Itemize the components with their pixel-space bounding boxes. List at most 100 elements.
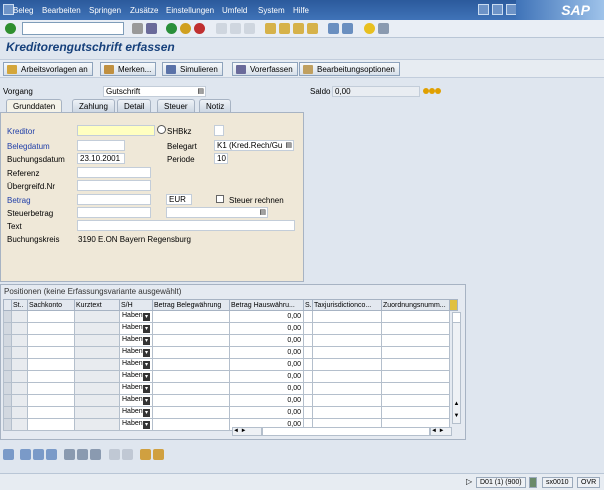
dropdown-icon[interactable]: ▾ — [143, 373, 150, 381]
sachkonto-cell[interactable] — [27, 418, 75, 431]
tab-zahlung[interactable]: Zahlung — [72, 99, 115, 112]
taxjurisdiction-cell[interactable] — [312, 322, 382, 335]
betrag-hauswaehrung-cell[interactable]: 0,00 — [229, 358, 304, 371]
betrag-hauswaehrung-cell[interactable]: 0,00 — [229, 394, 304, 407]
betrag-belegwaehrung-cell[interactable] — [152, 406, 230, 419]
table-settings-icon[interactable] — [449, 299, 458, 311]
menu-bearbeiten[interactable]: Bearbeiten — [42, 6, 81, 15]
col-betrag-belegwaehrung[interactable]: Betrag Belegwährung — [152, 299, 230, 311]
zuordnungsnummer-cell[interactable] — [381, 358, 450, 371]
scroll-down-icon[interactable]: ▼ — [453, 413, 460, 423]
sh-cell[interactable]: Haben ▾ — [119, 310, 153, 323]
table-row[interactable]: Haben ▾ 0,00 — [3, 310, 458, 323]
layout-menu-icon[interactable] — [378, 23, 389, 34]
table-row[interactable]: Haben ▾ 0,00 — [3, 334, 458, 347]
betrag-belegwaehrung-cell[interactable] — [152, 418, 230, 431]
insert-mode[interactable]: OVR — [577, 477, 601, 488]
table-row[interactable]: Haben ▾ 0,00 — [3, 394, 458, 407]
row-selector[interactable] — [3, 334, 12, 347]
deselect-all-icon[interactable] — [33, 449, 44, 460]
menu-hilfe[interactable]: Hilfe — [293, 6, 309, 15]
row-selector[interactable] — [3, 394, 12, 407]
betrag-hauswaehrung-cell[interactable]: 0,00 — [229, 406, 304, 419]
row-selector[interactable] — [3, 382, 12, 395]
sh-cell[interactable]: Haben ▾ — [119, 334, 153, 347]
new-session-icon[interactable] — [328, 23, 339, 34]
dropdown-icon[interactable]: ▾ — [143, 409, 150, 417]
buchungsdatum-field[interactable]: 23.10.2001 — [77, 153, 125, 164]
taxjurisdiction-cell[interactable] — [312, 310, 382, 323]
delete-row-icon[interactable] — [77, 449, 88, 460]
back-icon[interactable] — [166, 23, 177, 34]
zuordnungsnummer-cell[interactable] — [381, 370, 450, 383]
paste-icon[interactable] — [122, 449, 133, 460]
tab-notiz[interactable]: Notiz — [199, 99, 232, 112]
shortcut-icon[interactable] — [342, 23, 353, 34]
sachkonto-cell[interactable] — [27, 310, 75, 323]
betrag-belegwaehrung-cell[interactable] — [152, 370, 230, 383]
cancel-icon[interactable] — [194, 23, 205, 34]
scrollbar-thumb[interactable] — [453, 313, 460, 323]
previous-page-icon[interactable] — [279, 23, 290, 34]
tab-steuer[interactable]: Steuer — [157, 99, 195, 112]
items-horizontal-scrollbar-left[interactable]: ◄ ► — [232, 427, 262, 436]
steuerkennz-cell[interactable] — [303, 406, 313, 419]
dropdown-icon[interactable]: ▾ — [143, 313, 150, 321]
betrag-hauswaehrung-cell[interactable]: 0,00 — [229, 334, 304, 347]
taxjurisdiction-cell[interactable] — [312, 346, 382, 359]
menu-einstellungen[interactable]: Einstellungen — [166, 6, 214, 15]
betrag-belegwaehrung-cell[interactable] — [152, 346, 230, 359]
row-selector[interactable] — [3, 310, 12, 323]
betrag-belegwaehrung-cell[interactable] — [152, 382, 230, 395]
betrag-belegwaehrung-cell[interactable] — [152, 334, 230, 347]
sachkonto-cell[interactable] — [27, 394, 75, 407]
system-info[interactable]: D01 (1) (900) — [476, 477, 526, 488]
details-icon[interactable] — [3, 449, 14, 460]
steuerkennz-cell[interactable] — [303, 334, 313, 347]
tab-detail[interactable]: Detail — [117, 99, 152, 112]
insert-row-icon[interactable] — [64, 449, 75, 460]
col-steuerkennz[interactable]: S. — [303, 299, 313, 311]
enter-icon[interactable] — [5, 23, 16, 34]
row-selector[interactable] — [3, 406, 12, 419]
zuordnungsnummer-cell[interactable] — [381, 406, 450, 419]
row-selector[interactable] — [3, 370, 12, 383]
kreditor-field[interactable] — [77, 125, 155, 136]
worklist-button[interactable]: Arbeitsvorlagen an — [3, 62, 93, 76]
sh-cell[interactable]: Haben ▾ — [119, 382, 153, 395]
waehrung-field[interactable]: EUR — [166, 194, 192, 205]
exit-icon[interactable] — [180, 23, 191, 34]
copy-row-icon[interactable] — [90, 449, 101, 460]
menu-beleg[interactable]: Beleg — [13, 6, 33, 15]
dropdown-icon[interactable]: ▾ — [143, 385, 150, 393]
belegdatum-field[interactable] — [77, 140, 125, 151]
matchcode-icon[interactable] — [157, 125, 166, 134]
items-horizontal-scrollbar-right[interactable]: ◄ ► — [430, 427, 452, 436]
filter-icon[interactable] — [153, 449, 164, 460]
menu-springen[interactable]: Springen — [89, 6, 121, 15]
sh-cell[interactable]: Haben ▾ — [119, 370, 153, 383]
zuordnungsnummer-cell[interactable] — [381, 334, 450, 347]
row-selector[interactable] — [3, 322, 12, 335]
first-page-icon[interactable] — [265, 23, 276, 34]
row-selector[interactable] — [3, 418, 12, 431]
zuordnungsnummer-cell[interactable] — [381, 394, 450, 407]
steuerkennz-cell[interactable] — [303, 358, 313, 371]
last-page-icon[interactable] — [307, 23, 318, 34]
betrag-belegwaehrung-cell[interactable] — [152, 394, 230, 407]
sachkonto-cell[interactable] — [27, 358, 75, 371]
referenz-field[interactable] — [77, 167, 151, 178]
col-status[interactable]: St.. — [11, 299, 28, 311]
steuerkennz-cell[interactable] — [303, 346, 313, 359]
save-icon[interactable] — [146, 23, 157, 34]
dropdown-icon[interactable]: ▾ — [143, 349, 150, 357]
col-zuordnungsnummer[interactable]: Zuordnungsnumm... — [381, 299, 450, 311]
select-block-icon[interactable] — [46, 449, 57, 460]
steuerkennzeichen-select[interactable]: ▤ — [166, 207, 268, 218]
zuordnungsnummer-cell[interactable] — [381, 346, 450, 359]
betrag-hauswaehrung-cell[interactable]: 0,00 — [229, 370, 304, 383]
find-next-icon[interactable] — [244, 23, 255, 34]
minimize-icon[interactable] — [478, 4, 489, 15]
sachkonto-cell[interactable] — [27, 406, 75, 419]
col-kurztext[interactable]: Kurztext — [74, 299, 120, 311]
